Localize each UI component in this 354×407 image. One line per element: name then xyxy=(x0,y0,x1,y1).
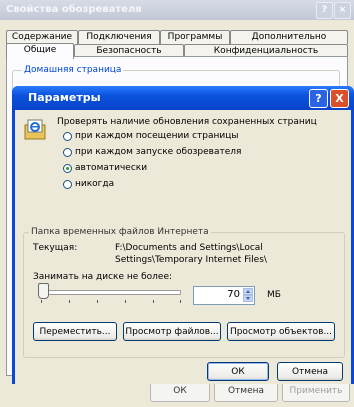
dialog-body: Проверять наличие обновления сохраненных… xyxy=(15,110,351,384)
slider-tick xyxy=(69,300,70,303)
radio-never-label[interactable]: никогда xyxy=(75,179,114,190)
temp-files-group-label: Папка временных файлов Интернета xyxy=(29,226,211,238)
radio-automatic[interactable] xyxy=(63,164,72,173)
outer-ok-button[interactable]: ОК xyxy=(150,381,210,402)
home-page-group-label: Домашняя страница xyxy=(22,64,124,76)
disk-usage-slider-thumb[interactable] xyxy=(38,283,50,299)
slider-tick xyxy=(153,300,154,303)
disk-usage-unit: МБ xyxy=(267,290,281,300)
slider-tick xyxy=(180,300,181,303)
settings-dialog: Параметры ? X Проверять наличие обновлен… xyxy=(12,86,354,384)
outer-apply-button[interactable]: Применить xyxy=(282,381,350,402)
radio-never[interactable] xyxy=(63,180,72,189)
slider-tick xyxy=(41,300,42,303)
disk-usage-spinbox[interactable]: 70 xyxy=(193,286,255,305)
outer-close-icon[interactable]: × xyxy=(334,2,351,19)
internet-explorer-page-icon xyxy=(24,119,46,140)
check-updates-label: Проверять наличие обновления сохраненных… xyxy=(57,117,317,127)
outer-window-title: Свойства обозревателя xyxy=(0,0,354,20)
current-folder-label: Текущая: xyxy=(33,243,78,253)
move-folder-button[interactable]: Переместить... xyxy=(33,322,117,341)
help-icon[interactable]: ? xyxy=(309,89,328,108)
dialog-title: Параметры xyxy=(12,86,354,110)
radio-every-start-label[interactable]: при каждом запуске обозревателя xyxy=(75,147,241,158)
disk-usage-value[interactable]: 70 xyxy=(227,289,240,301)
tab-general[interactable]: Общие xyxy=(6,43,74,59)
cancel-button[interactable]: Отмена xyxy=(277,362,343,381)
disk-usage-slider-track[interactable] xyxy=(39,290,181,295)
tab-connections[interactable]: Подключения xyxy=(78,30,160,44)
close-icon[interactable]: X xyxy=(330,89,349,108)
ok-button[interactable]: ОК xyxy=(207,362,269,381)
current-folder-path-line2: Settings\Temporary Internet Files\ xyxy=(115,255,267,265)
spin-up-icon[interactable] xyxy=(243,288,253,295)
radio-every-visit-label[interactable]: при каждом посещении страницы xyxy=(75,131,238,142)
tab-advanced[interactable]: Дополнительно xyxy=(230,30,348,44)
radio-automatic-label[interactable]: автоматически xyxy=(75,163,147,174)
outer-cancel-button[interactable]: Отмена xyxy=(214,381,278,402)
radio-every-visit[interactable] xyxy=(63,132,72,141)
tab-programs[interactable]: Программы xyxy=(160,30,230,44)
outer-help-icon[interactable]: ? xyxy=(316,2,333,19)
tab-content[interactable]: Содержание xyxy=(6,30,78,44)
current-folder-path-line1: F:\Documents and Settings\Local xyxy=(115,243,263,253)
disk-usage-label: Занимать на диске не более: xyxy=(33,272,173,282)
view-objects-button[interactable]: Просмотр объектов... xyxy=(227,322,335,341)
radio-every-start[interactable] xyxy=(63,148,72,157)
spin-down-icon[interactable] xyxy=(243,295,253,302)
view-files-button[interactable]: Просмотр файлов... xyxy=(123,322,221,341)
slider-tick xyxy=(125,300,126,303)
slider-tick xyxy=(97,300,98,303)
